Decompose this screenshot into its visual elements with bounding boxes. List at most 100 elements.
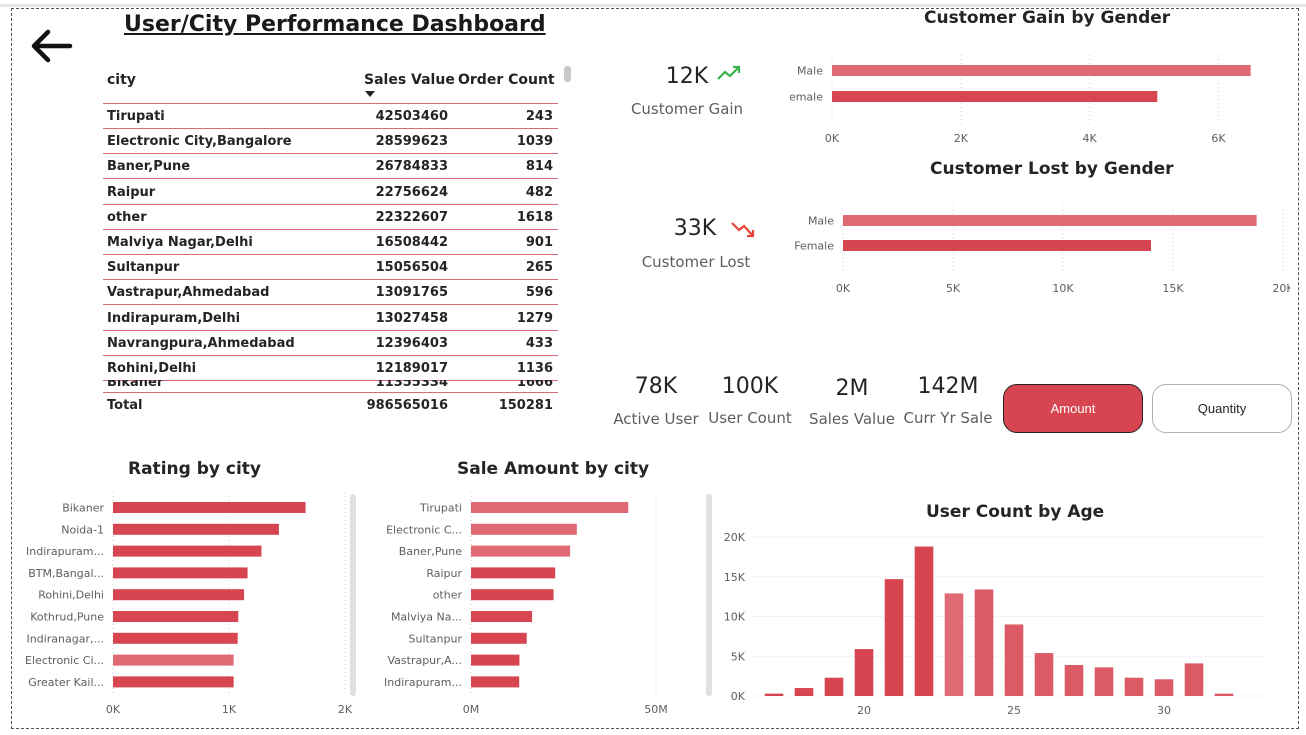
cell-city: Malviya Nagar,Delhi [107, 235, 253, 250]
cell-city: Raipur [107, 184, 156, 200]
bar [1034, 653, 1054, 696]
cell-orders: 1136 [516, 361, 553, 376]
category-label: Sultanpur [408, 632, 462, 645]
bar [471, 589, 554, 601]
table-row[interactable]: Tirupati 42503460 243 [103, 104, 558, 129]
x-tick-label: 0M [463, 703, 480, 716]
table-row[interactable]: Raipur 22756624 482 [103, 180, 558, 205]
bar [944, 593, 964, 696]
table-row[interactable]: Sultanpur 15056504 265 [103, 255, 558, 281]
category-label: Bikaner [62, 502, 104, 515]
table-scrollbar[interactable] [564, 66, 571, 82]
cell-city: Navrangpura,Ahmedabad [107, 335, 295, 351]
total-orders: 150281 [498, 398, 553, 413]
bar [471, 611, 533, 622]
category-label: Rohini,Delhi [38, 589, 104, 602]
bar [113, 502, 306, 513]
table-row[interactable]: other 22322607 1618 [103, 205, 558, 230]
amount-button[interactable]: Amount [1003, 384, 1143, 433]
table-row[interactable]: Vastrapur,Ahmedabad 13091765 596 [103, 280, 558, 306]
col-header-orders[interactable]: Order Count [458, 72, 555, 88]
trend-down-icon [731, 222, 755, 238]
category-label: Female [790, 91, 823, 104]
x-tick-label: 30 [1157, 704, 1171, 717]
x-tick-label: 0K [106, 703, 121, 716]
customer-gain-label: Customer Gain [630, 100, 744, 118]
category-label: Male [808, 215, 834, 228]
x-tick-label: 1K [222, 703, 237, 716]
col-header-city[interactable]: city [107, 72, 136, 88]
bar [471, 632, 527, 644]
curr-yr-sale-label: Curr Yr Sale [903, 409, 993, 427]
category-label: Vastrapur,A... [387, 654, 462, 667]
chart-title-gain: Customer Gain by Gender [924, 8, 1171, 28]
category-label: Indirapuram... [384, 676, 462, 689]
partial-row-city: Bikaner [107, 380, 164, 390]
sale-amount-by-city-chart: 0M 50M Tirupati Electronic C... Baner,Pune Ra… [384, 492, 668, 716]
cell-orders: 433 [525, 335, 553, 351]
bar [471, 676, 520, 688]
bar [471, 567, 556, 579]
cell-sales: 42503460 [375, 109, 448, 124]
x-tick-label: 4K [1083, 132, 1098, 145]
cell-orders: 243 [525, 109, 553, 124]
customer-lost-chart: 0K 5K 10K 15K 20K Male Female [794, 205, 1290, 295]
chart-title-age: User Count by Age [926, 502, 1105, 522]
bar [113, 654, 234, 666]
cell-orders: 1279 [516, 310, 553, 326]
customer-gain-value: 12K [665, 64, 709, 89]
table-row[interactable]: Electronic City,Bangalore 28599623 1039 [103, 129, 558, 155]
bar [113, 589, 245, 601]
cell-city: Sultanpur [107, 260, 180, 276]
back-arrow-icon[interactable] [28, 28, 74, 64]
cell-orders: 482 [525, 184, 553, 200]
y-tick-label: 0K [731, 690, 746, 703]
cell-city: Tirupati [107, 109, 165, 124]
bar [471, 523, 577, 535]
chart-title-lost: Customer Lost by Gender [930, 159, 1174, 179]
x-tick-label: 2K [954, 132, 969, 145]
bar [1064, 664, 1084, 696]
sales-value-label: Sales Value [809, 410, 895, 428]
table-row[interactable]: Navrangpura,Ahmedabad 12396403 433 [103, 331, 558, 356]
col-header-sales[interactable]: Sales Value [364, 72, 455, 88]
y-tick-label: 10K [724, 611, 746, 624]
bar [1184, 663, 1204, 696]
table-row[interactable]: Indirapuram,Delhi 13027458 1279 [103, 306, 558, 331]
cell-orders: 1618 [516, 209, 553, 225]
quantity-button[interactable]: Quantity [1152, 384, 1292, 433]
x-tick-label: 0K [836, 282, 851, 295]
sort-desc-icon [365, 91, 375, 97]
category-label: Greater Kail... [28, 676, 104, 689]
bar [832, 91, 1158, 102]
y-tick-label: 15K [724, 571, 746, 584]
cell-sales: 13027458 [375, 310, 448, 326]
table-header: city Sales Value Order Count [103, 60, 558, 104]
table-row[interactable]: Malviya Nagar,Delhi 16508442 901 [103, 230, 558, 255]
dashboard-canvas: User/City Performance Dashboard city Sal… [0, 0, 1306, 735]
bar [113, 545, 262, 557]
category-label: Electronic C... [386, 523, 462, 536]
curr-yr-sale-value: 142M [917, 374, 979, 399]
y-tick-label: 5K [731, 650, 746, 663]
bar [854, 649, 874, 696]
category-label: Baner,Pune [399, 545, 462, 558]
table-row[interactable]: Rohini,Delhi 12189017 1136 [103, 356, 558, 381]
sale-chart-scrollbar[interactable] [706, 494, 712, 696]
partial-row-sales: 11355334 [375, 380, 448, 390]
customer-lost-value: 33K [673, 216, 717, 241]
user-count-value: 100K [721, 374, 779, 399]
table-row[interactable]: Baner,Pune 26784833 814 [103, 154, 558, 180]
bar [471, 654, 520, 666]
active-user-label: Active User [613, 410, 699, 428]
cell-city: Rohini,Delhi [107, 361, 197, 376]
cell-sales: 26784833 [375, 159, 448, 175]
top-border [0, 4, 1306, 7]
x-tick-label: 0K [825, 132, 840, 145]
x-tick-label: 2K [338, 703, 353, 716]
cell-orders: 265 [525, 260, 553, 276]
bar [113, 523, 279, 535]
category-label: Female [794, 240, 834, 253]
bar [764, 693, 784, 696]
chart-title-sale: Sale Amount by city [457, 459, 650, 479]
